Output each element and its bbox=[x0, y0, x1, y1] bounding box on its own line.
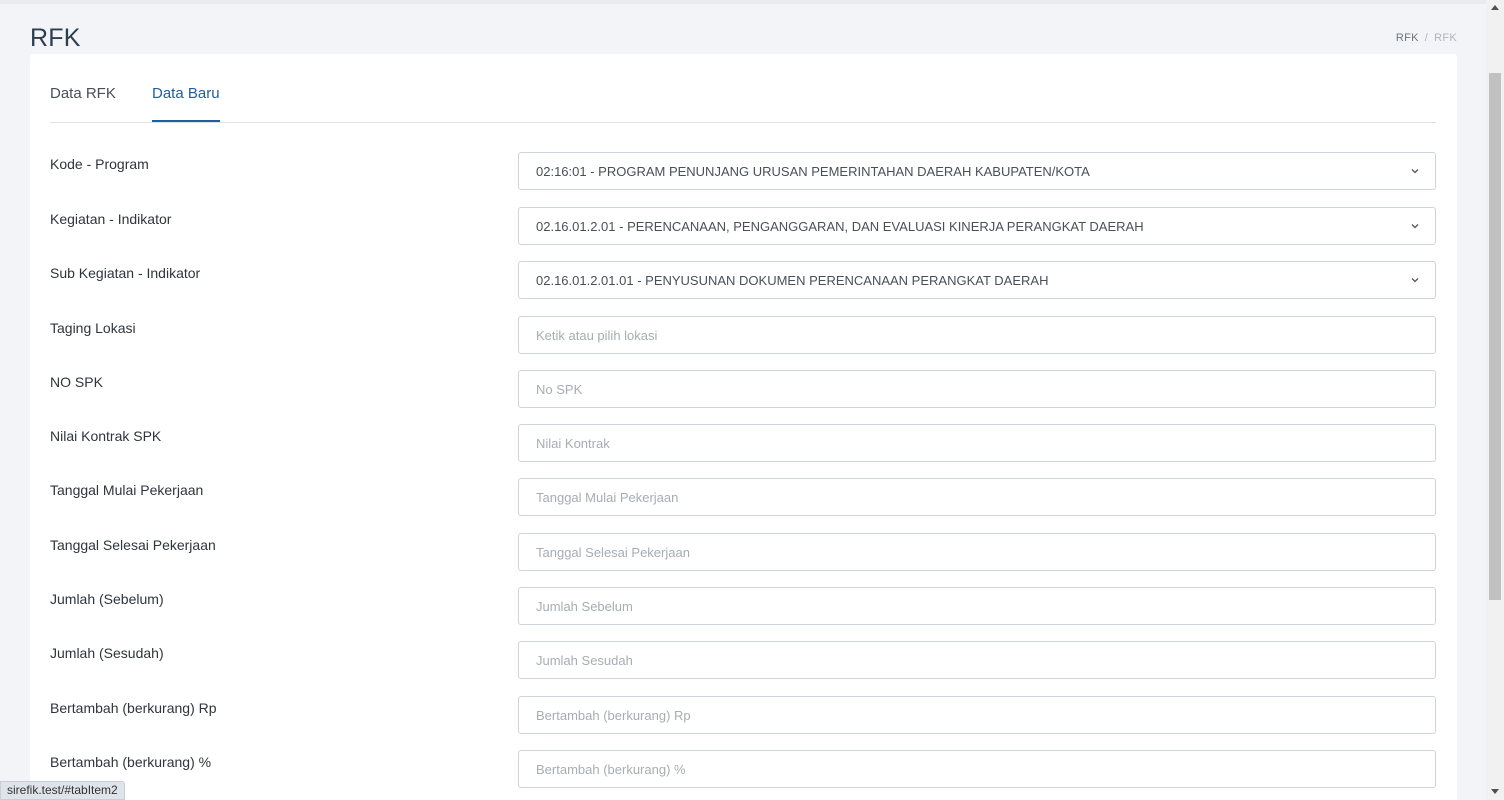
nilai-kontrak-label: Nilai Kontrak SPK bbox=[50, 428, 162, 444]
tab-bar: Data RFK Data Baru bbox=[50, 54, 1436, 123]
form-row-bertambah-rp: Bertambah (berkurang) Rp bbox=[50, 696, 1436, 734]
bertambah-pct-label: Bertambah (berkurang) % bbox=[50, 754, 212, 770]
form-row-tanggal-selesai: Tanggal Selesai Pekerjaan bbox=[50, 533, 1436, 571]
no-spk-label: NO SPK bbox=[50, 374, 103, 390]
scrollbar-thumb[interactable] bbox=[1489, 73, 1501, 600]
tanggal-selesai-label: Tanggal Selesai Pekerjaan bbox=[50, 537, 216, 553]
chevron-down-icon bbox=[1411, 169, 1419, 174]
form-row-jumlah-sebelum: Jumlah (Sebelum) bbox=[50, 587, 1436, 625]
active-tab-indicator bbox=[152, 120, 220, 122]
nilai-kontrak-input[interactable] bbox=[518, 424, 1436, 462]
jumlah-sesudah-label: Jumlah (Sesudah) bbox=[50, 645, 164, 661]
tab-data-baru[interactable]: Data Baru bbox=[152, 85, 220, 102]
form-row-no-spk: NO SPK bbox=[50, 370, 1436, 408]
form-row-kegiatan: Kegiatan - Indikator 02.16.01.2.01 - PER… bbox=[50, 207, 1436, 245]
vertical-scrollbar[interactable] bbox=[1486, 0, 1504, 800]
breadcrumb-item-rfk[interactable]: RFK bbox=[1396, 32, 1419, 44]
bertambah-pct-input[interactable] bbox=[518, 750, 1436, 788]
scroll-down-arrow-icon[interactable] bbox=[1491, 789, 1499, 794]
jumlah-sesudah-input[interactable] bbox=[518, 641, 1436, 679]
sub-kegiatan-value: 02.16.01.2.01.01 - PENYUSUNAN DOKUMEN PE… bbox=[536, 272, 1049, 288]
taging-lokasi-label: Taging Lokasi bbox=[50, 320, 136, 336]
kegiatan-value: 02.16.01.2.01 - PERENCANAAN, PENGANGGARA… bbox=[536, 218, 1144, 234]
kode-program-label: Kode - Program bbox=[50, 156, 149, 172]
sub-kegiatan-label: Sub Kegiatan - Indikator bbox=[50, 265, 201, 281]
kode-program-select[interactable]: 02:16:01 - PROGRAM PENUNJANG URUSAN PEME… bbox=[518, 152, 1436, 190]
jumlah-sebelum-label: Jumlah (Sebelum) bbox=[50, 591, 164, 607]
bertambah-rp-label: Bertambah (berkurang) Rp bbox=[50, 700, 217, 716]
breadcrumb-item-current: RFK bbox=[1434, 32, 1457, 44]
form-row-jumlah-sesudah: Jumlah (Sesudah) bbox=[50, 641, 1436, 679]
sub-kegiatan-select[interactable]: 02.16.01.2.01.01 - PENYUSUNAN DOKUMEN PE… bbox=[518, 261, 1436, 299]
no-spk-input[interactable] bbox=[518, 370, 1436, 408]
breadcrumb-separator: / bbox=[1424, 32, 1429, 44]
form-row-nilai-kontrak: Nilai Kontrak SPK bbox=[50, 424, 1436, 462]
jumlah-sebelum-input[interactable] bbox=[518, 587, 1436, 625]
breadcrumb: RFK / RFK bbox=[1396, 32, 1457, 44]
status-bar-url: sirefik.test/#tabItem2 bbox=[0, 781, 125, 800]
chevron-down-icon bbox=[1411, 224, 1419, 229]
form-row-tanggal-mulai: Tanggal Mulai Pekerjaan bbox=[50, 478, 1436, 516]
kegiatan-select[interactable]: 02.16.01.2.01 - PERENCANAAN, PENGANGGARA… bbox=[518, 207, 1436, 245]
form-row-kode-program: Kode - Program 02:16:01 - PROGRAM PENUNJ… bbox=[50, 152, 1436, 190]
tanggal-mulai-label: Tanggal Mulai Pekerjaan bbox=[50, 482, 204, 498]
tanggal-mulai-input[interactable] bbox=[518, 478, 1436, 516]
page-header: RFK RFK / RFK bbox=[0, 0, 1486, 54]
main-card: Data RFK Data Baru Kode - Program 02:16:… bbox=[30, 54, 1457, 800]
scroll-up-arrow-icon[interactable] bbox=[1491, 5, 1499, 10]
kegiatan-label: Kegiatan - Indikator bbox=[50, 211, 172, 227]
form-row-bertambah-pct: Bertambah (berkurang) % bbox=[50, 750, 1436, 788]
page-title: RFK bbox=[30, 24, 81, 52]
form-row-sub-kegiatan: Sub Kegiatan - Indikator 02.16.01.2.01.0… bbox=[50, 261, 1436, 299]
bertambah-rp-input[interactable] bbox=[518, 696, 1436, 734]
tanggal-selesai-input[interactable] bbox=[518, 533, 1436, 571]
chevron-down-icon bbox=[1411, 278, 1419, 283]
taging-lokasi-input[interactable] bbox=[518, 316, 1436, 354]
form-row-taging-lokasi: Taging Lokasi bbox=[50, 316, 1436, 354]
tab-data-rfk[interactable]: Data RFK bbox=[50, 85, 116, 102]
kode-program-value: 02:16:01 - PROGRAM PENUNJANG URUSAN PEME… bbox=[536, 163, 1090, 179]
